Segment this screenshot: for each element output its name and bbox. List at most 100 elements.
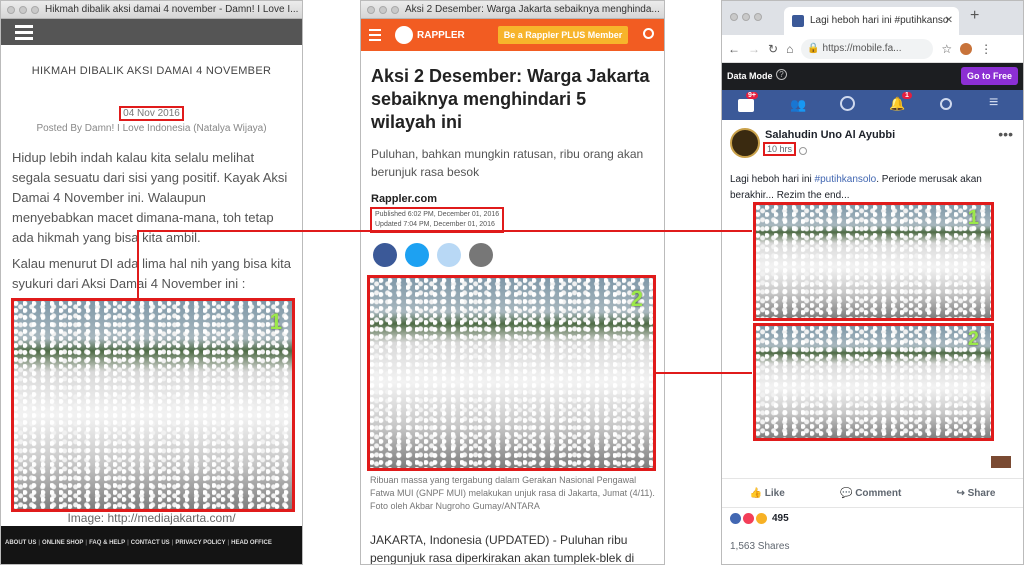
article-body: JAKARTA, Indonesia (UPDATED) - Puluhan r…: [370, 533, 635, 565]
notif-badge: 1: [902, 92, 912, 99]
article-source[interactable]: Rappler.com: [361, 193, 664, 205]
tab-close-icon[interactable]: ✕: [945, 7, 953, 35]
left-post-title: HIKMAH DIBALIK AKSI DAMAI 4 NOVEMBER: [31, 65, 272, 77]
image-number-label: 2: [967, 328, 979, 350]
like-button[interactable]: 👍 Like: [750, 488, 785, 499]
search-icon[interactable]: [643, 28, 654, 39]
email-share-icon[interactable]: [469, 243, 493, 267]
home-icon[interactable]: ⌂: [786, 42, 793, 56]
post-date: 04 Nov 2016: [119, 106, 184, 121]
footer-link-contact[interactable]: CONTACT US: [131, 540, 170, 546]
footer-link-faq[interactable]: FAQ & HELP: [89, 540, 125, 546]
thumbs-up-icon: 👍: [749, 487, 765, 499]
crowd-photo-2: 2: [367, 275, 656, 471]
middle-title-bar: Aksi 2 Desember: Warga Jakarta sebaiknya…: [361, 1, 664, 19]
love-reaction-icon: [743, 513, 754, 524]
author-name[interactable]: Salahudin Uno Al Ayubbi: [765, 129, 895, 141]
post-time[interactable]: 10 hrs: [763, 142, 797, 156]
left-window-title: Hikmah dibalik aksi damai 4 november - D…: [45, 4, 299, 15]
middle-browser-window: Aksi 2 Desember: Warga Jakarta sebaiknya…: [360, 0, 665, 565]
tab-title: Lagi heboh hari ini #putihkanso: [810, 15, 949, 26]
connector-line-1: [137, 230, 139, 298]
footer-link-office[interactable]: HEAD OFFICE: [231, 540, 272, 546]
reload-icon[interactable]: ↻: [768, 42, 778, 56]
data-mode-label: Data Mode: [727, 71, 773, 81]
article-subhead: Puluhan, bahkan mungkin ratusan, ribu or…: [371, 147, 644, 179]
crowd-photo-1-repost[interactable]: 1: [753, 202, 994, 321]
facebook-share-icon[interactable]: [373, 243, 397, 267]
crowd-photo-2-repost[interactable]: 2: [753, 323, 994, 441]
window-controls[interactable]: [367, 5, 399, 14]
rappler-logo[interactable]: RAPPLER: [395, 26, 465, 44]
messenger-icon[interactable]: [840, 96, 855, 111]
right-browser-window: Lagi heboh hari ini #putihkanso ✕ + ← → …: [721, 0, 1024, 565]
photo-caption: Ribuan massa yang tergabung dalam Geraka…: [370, 475, 655, 511]
author-avatar[interactable]: [730, 128, 760, 158]
share-button[interactable]: ↪ Share: [956, 488, 995, 499]
like-reaction-icon: [730, 513, 741, 524]
menu-icon[interactable]: ≡: [989, 94, 998, 112]
reaction-profile-switch[interactable]: [991, 456, 1011, 468]
more-menu-icon[interactable]: ⋮: [980, 42, 992, 56]
crowd-photo-1: 1: [11, 298, 295, 512]
new-tab-icon[interactable]: +: [970, 7, 979, 25]
browser-tab[interactable]: Lagi heboh hari ini #putihkanso ✕: [784, 7, 959, 35]
plus-member-button[interactable]: Be a Rappler PLUS Member: [498, 26, 628, 44]
menu-icon[interactable]: [369, 29, 381, 41]
address-bar-row: ← → ↻ ⌂ 🔒 https://mobile.fa... ☆ ⋮: [722, 35, 1023, 63]
connector-line-2: [655, 372, 752, 374]
reddit-share-icon[interactable]: [437, 243, 461, 267]
left-browser-window: Hikmah dibalik aksi damai 4 november - D…: [0, 0, 303, 565]
footer-link-about[interactable]: ABOUT US: [5, 540, 36, 546]
forward-icon[interactable]: →: [748, 42, 760, 56]
lock-icon: 🔒: [807, 42, 820, 54]
go-free-button[interactable]: Go to Free: [960, 67, 1018, 85]
share-count[interactable]: 1,563 Shares: [730, 541, 790, 552]
back-icon[interactable]: ←: [728, 42, 740, 56]
post-paragraph-1: Hidup lebih indah kalau kita selalu meli…: [12, 150, 288, 245]
browser-tab-strip: Lagi heboh hari ini #putihkanso ✕ +: [722, 1, 1023, 35]
rappler-logo-icon: [395, 26, 413, 44]
news-feed-icon[interactable]: [738, 99, 754, 112]
reactions-count: 495: [772, 513, 789, 524]
footer-link-privacy[interactable]: PRIVACY POLICY: [175, 540, 225, 546]
facebook-nav-bar: 9+ 👥 🔔 1 ≡: [722, 90, 1023, 120]
data-mode-bar: Data Mode ? Go to Free: [722, 63, 1023, 90]
comment-button[interactable]: 💬 Comment: [840, 488, 901, 499]
image-number-label: 1: [269, 309, 282, 334]
post-actions: 👍 Like 💬 Comment ↪ Share: [722, 478, 1023, 508]
hamburger-menu-icon[interactable]: [15, 25, 33, 40]
post-byline[interactable]: Posted By Damn! I Love Indonesia (Nataly…: [1, 123, 302, 134]
window-controls[interactable]: [730, 13, 762, 21]
url-field[interactable]: 🔒 https://mobile.fa...: [801, 38, 934, 59]
haha-reaction-icon: [756, 513, 767, 524]
middle-window-title: Aksi 2 Desember: Warga Jakarta sebaiknya…: [405, 4, 660, 15]
friends-icon[interactable]: 👥: [790, 97, 806, 113]
image-number-label: 2: [630, 286, 643, 311]
image-number-label: 1: [967, 207, 979, 229]
footer-link-shop[interactable]: ONLINE SHOP: [42, 540, 83, 546]
post-text: Lagi heboh hari ini #putihkansolo. Perio…: [730, 174, 982, 201]
search-icon[interactable]: [940, 98, 952, 110]
reactions-summary[interactable]: 495: [730, 513, 789, 524]
post-paragraph-2: Kalau menurut DI ada lima hal nih yang b…: [12, 256, 291, 291]
twitter-share-icon[interactable]: [405, 243, 429, 267]
share-buttons: [361, 243, 664, 267]
globe-icon: [799, 147, 807, 155]
left-title-bar: Hikmah dibalik aksi damai 4 november - D…: [1, 1, 302, 19]
image-caption: Image: http://mediajakarta.com/: [67, 511, 236, 525]
post-options-icon[interactable]: •••: [998, 126, 1013, 142]
hashtag-link[interactable]: #putihkansolo: [815, 174, 877, 185]
profile-avatar-icon[interactable]: [960, 42, 973, 55]
facebook-favicon-icon: [792, 15, 804, 27]
left-site-header: [1, 19, 302, 45]
comment-icon: 💬: [839, 487, 856, 499]
rappler-header: RAPPLER Be a Rappler PLUS Member: [361, 19, 664, 51]
article-headline: Aksi 2 Desember: Warga Jakarta sebaiknya…: [371, 66, 650, 132]
friend-badge: 9+: [746, 92, 758, 99]
bookmark-star-icon[interactable]: ☆: [941, 42, 952, 56]
window-controls[interactable]: [7, 5, 39, 14]
help-icon[interactable]: ?: [776, 69, 787, 80]
updated-time: Updated 7:04 PM, December 01, 2016: [375, 221, 495, 228]
connector-line-1: [137, 230, 752, 232]
